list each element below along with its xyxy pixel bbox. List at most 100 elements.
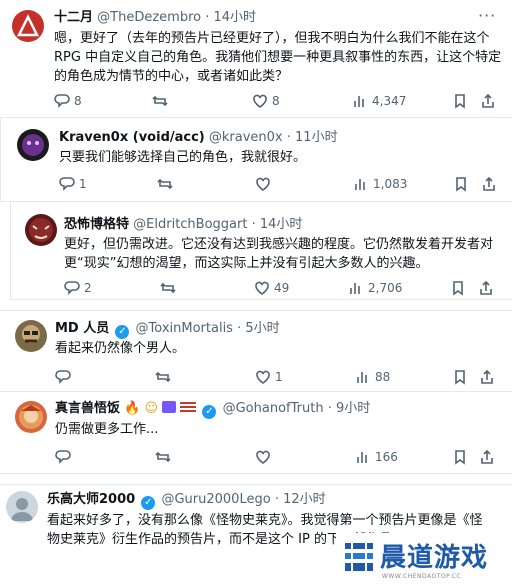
verified-icon: ✓ <box>202 405 217 419</box>
tweet-card[interactable]: 恐怖博格特 @EldritchBoggart · 14小时 更好，但仍需改进。它… <box>10 202 512 300</box>
tweet-header: Kraven0x (void/acc) @kraven0x · 11小时 <box>59 129 338 147</box>
user-handle[interactable]: @Guru2000Lego <box>161 492 270 507</box>
user-handle[interactable]: @TheDezembro <box>97 10 201 25</box>
watermark-title: 晨道游戏 <box>380 543 489 573</box>
share-icon <box>482 93 494 108</box>
timestamp[interactable]: · 14小时 <box>252 217 303 232</box>
tweet-text: 只要我们能够选择自己的角色，我就很好。 <box>59 150 307 165</box>
bookmark-button[interactable] <box>450 278 466 298</box>
bookmark-icon <box>455 94 465 109</box>
action-bar: 2 49 2,706 <box>64 278 504 298</box>
display-name[interactable]: 十二月 <box>54 10 93 25</box>
user-handle[interactable]: @EldritchBoggart <box>133 217 247 232</box>
share-button[interactable] <box>478 278 494 298</box>
tweet-text: 更好，但仍需改进。它还没有达到我感兴趣的程度。它仍然散发着开发者对 更“现实”幻… <box>64 237 494 271</box>
avatar[interactable] <box>17 129 49 161</box>
us-flag-icon <box>180 402 197 413</box>
timestamp[interactable]: · 12小时 <box>275 492 326 507</box>
avatar[interactable] <box>6 491 38 523</box>
timestamp[interactable]: · 11小时 <box>287 130 338 145</box>
like-icon <box>253 94 267 108</box>
reply-icon <box>54 94 70 108</box>
display-name[interactable]: 恐怖博格特 <box>64 217 129 232</box>
share-icon <box>480 280 492 295</box>
watermark-logo-icon <box>345 541 373 573</box>
retweet-button[interactable] <box>155 367 175 387</box>
bookmark-button[interactable] <box>453 174 469 194</box>
tweet-card[interactable]: Kraven0x (void/acc) @kraven0x · 11小时 只要我… <box>0 118 512 202</box>
reply-button[interactable]: 1 <box>59 174 87 194</box>
flag-icon <box>162 401 177 413</box>
timestamp[interactable]: · 14小时 <box>205 10 256 25</box>
like-button[interactable]: 49 <box>254 278 289 298</box>
like-button[interactable]: 8 <box>252 91 280 111</box>
user-handle[interactable]: @GohanofTruth <box>223 401 324 416</box>
like-button[interactable] <box>255 447 275 467</box>
timestamp[interactable]: · 9小时 <box>328 401 371 416</box>
share-button[interactable] <box>480 91 496 111</box>
share-button[interactable] <box>479 447 495 467</box>
more-icon[interactable]: ··· <box>478 6 496 25</box>
tweet-header: 恐怖博格特 @EldritchBoggart · 14小时 <box>64 216 302 234</box>
display-name[interactable]: 乐高大师2000 <box>47 492 135 507</box>
tweet-header: 真言兽悟饭 🔥 ☺ ✓ @GohanofTruth · 9小时 <box>55 400 370 419</box>
user-handle[interactable]: @ToxinMortalis <box>136 321 233 336</box>
display-name[interactable]: MD 人员 <box>55 321 109 336</box>
tweet-header: 十二月 @TheDezembro · 14小时 <box>54 9 256 27</box>
retweet-button[interactable] <box>155 447 175 467</box>
bookmark-icon <box>453 281 463 296</box>
share-icon <box>481 449 493 464</box>
views-button[interactable]: 166 <box>355 447 398 467</box>
bookmark-button[interactable] <box>452 367 468 387</box>
like-button[interactable]: 1 <box>255 367 283 387</box>
tweet-text: 嗯，更好了（去年的预告片已经更好了），但我不明白为什么我们不能在这个 RPG 中… <box>54 31 502 84</box>
bookmark-button[interactable] <box>452 447 468 467</box>
views-icon <box>354 96 364 107</box>
retweet-button[interactable] <box>157 174 177 194</box>
reply-button[interactable]: 2 <box>64 278 92 298</box>
face-emoji-icon: ☺ <box>144 401 159 416</box>
bookmark-button[interactable] <box>452 91 468 111</box>
views-icon <box>350 283 360 294</box>
tweet-header: MD 人员 ✓ @ToxinMortalis · 5小时 <box>55 320 280 339</box>
avatar[interactable] <box>15 320 47 352</box>
retweet-icon <box>160 282 176 294</box>
retweet-button[interactable] <box>160 278 180 298</box>
tweet-card[interactable]: 真言兽悟饭 🔥 ☺ ✓ @GohanofTruth · 9小时 仍需做更多工作.… <box>0 392 512 474</box>
tweet-card[interactable]: MD 人员 ✓ @ToxinMortalis · 5小时 看起来仍然像个男人。 … <box>0 310 512 392</box>
views-button[interactable]: 88 <box>355 367 390 387</box>
reply-button[interactable] <box>55 447 75 467</box>
share-icon <box>483 176 495 191</box>
share-button[interactable] <box>481 174 497 194</box>
avatar[interactable] <box>12 10 44 42</box>
tweet-text: 看起来仍然像个男人。 <box>55 341 186 356</box>
like-icon <box>256 177 270 191</box>
avatar[interactable] <box>25 214 57 246</box>
like-icon <box>255 281 269 295</box>
action-bar: 1 1,083 <box>59 174 499 194</box>
avatar[interactable] <box>15 401 47 433</box>
like-button[interactable] <box>255 174 275 194</box>
like-icon <box>256 450 270 464</box>
reply-button[interactable]: 8 <box>54 91 82 111</box>
tweet-card[interactable]: 十二月 @TheDezembro · 14小时 ··· 嗯，更好了（去年的预告片… <box>0 0 512 118</box>
reply-icon <box>59 177 75 191</box>
share-icon <box>481 369 493 384</box>
reply-button[interactable] <box>55 367 75 387</box>
views-button[interactable]: 2,706 <box>348 278 402 298</box>
display-name[interactable]: 真言兽悟饭 <box>55 401 120 416</box>
timestamp[interactable]: · 5小时 <box>237 321 280 336</box>
retweet-button[interactable] <box>152 91 172 111</box>
views-icon <box>357 452 367 463</box>
fire-emoji-icon: 🔥 <box>124 401 141 416</box>
display-name[interactable]: Kraven0x (void/acc) <box>59 130 205 145</box>
share-button[interactable] <box>479 367 495 387</box>
action-bar: 166 <box>55 447 495 467</box>
user-handle[interactable]: @kraven0x <box>209 130 283 145</box>
bookmark-icon <box>455 370 465 385</box>
views-button[interactable]: 4,347 <box>352 91 406 111</box>
views-button[interactable]: 1,083 <box>353 174 407 194</box>
reply-icon <box>55 450 71 464</box>
reply-icon <box>64 281 80 295</box>
watermark-subtitle: WWW.CHENDAOTOP.CC <box>382 573 462 580</box>
